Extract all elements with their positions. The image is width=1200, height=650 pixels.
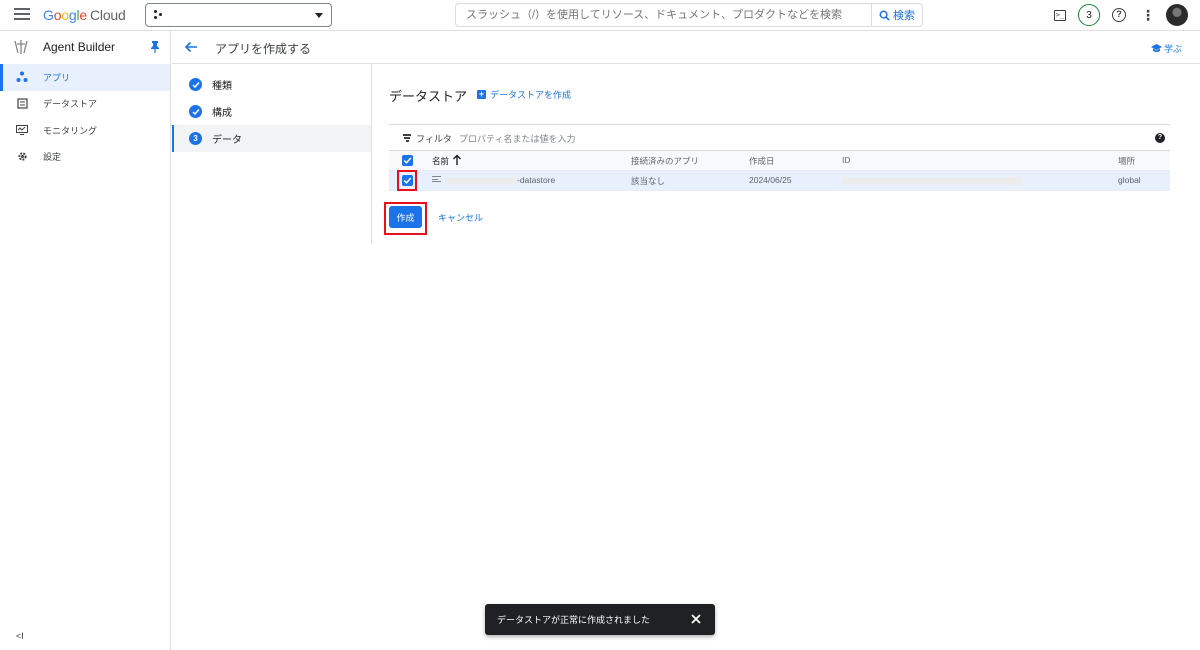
snackbar: データストアが正常に作成されました xyxy=(485,604,715,635)
sort-arrow-up-icon[interactable] xyxy=(452,154,462,166)
product-title: Agent Builder xyxy=(43,40,116,54)
column-header-connected-apps: 接続済みのアプリ xyxy=(631,156,700,166)
product-header: Agent Builder xyxy=(0,31,170,64)
page-header: アプリを作成する 学ぶ xyxy=(172,31,1200,64)
column-header-name[interactable]: 名前 xyxy=(432,155,449,167)
pin-icon[interactable] xyxy=(150,41,160,53)
cloud-shell-button[interactable]: >_ xyxy=(1050,5,1070,25)
sidebar-item-label: データストア xyxy=(43,99,98,110)
gear-icon xyxy=(16,151,28,163)
create-datastore-label: データストアを作成 xyxy=(490,90,572,100)
check-circle-icon xyxy=(189,78,202,91)
add-box-icon: + xyxy=(477,89,486,99)
learn-link[interactable]: 学ぶ xyxy=(1150,42,1182,55)
help-icon: ? xyxy=(1112,8,1126,22)
search-button[interactable]: 検索 xyxy=(871,3,923,27)
table-header-row: 名前 接続済みのアプリ 作成日 ID 場所 xyxy=(389,151,1170,171)
learn-label: 学ぶ xyxy=(1163,44,1182,54)
column-header-location: 場所 xyxy=(1118,156,1136,166)
search-input[interactable] xyxy=(455,3,871,27)
check-circle-icon xyxy=(189,105,202,118)
create-button[interactable]: 作成 xyxy=(389,206,422,228)
back-arrow-icon[interactable] xyxy=(184,40,198,54)
redacted-name xyxy=(445,177,517,185)
search-button-label: 検索 xyxy=(893,10,915,22)
step-label: データ xyxy=(212,135,242,146)
agent-builder-icon xyxy=(14,40,28,54)
cancel-button[interactable]: キャンセル xyxy=(438,211,483,224)
row-created: 2024/06/25 xyxy=(749,175,792,185)
google-cloud-logo[interactable]: Google Cloud xyxy=(43,7,126,23)
checkbox-highlight xyxy=(397,170,417,191)
datastore-table: フィルタ プロパティ名または値を入力 ? 名前 接続済みのアプリ 作成日 ID … xyxy=(389,124,1170,191)
help-button[interactable]: ? xyxy=(1109,5,1129,25)
sidebar-item-apps[interactable]: アプリ xyxy=(0,64,170,91)
redacted-id xyxy=(842,177,1022,185)
select-all-checkbox[interactable] xyxy=(402,155,413,166)
step-data[interactable]: 3 データ xyxy=(172,125,371,152)
create-datastore-link[interactable]: + データストアを作成 xyxy=(477,88,571,101)
filter-icon xyxy=(403,134,411,142)
chevron-down-icon xyxy=(315,13,323,18)
step-label: 種類 xyxy=(212,81,232,92)
table-row[interactable]: -datastore 該当なし 2024/06/25 global xyxy=(389,171,1170,191)
column-header-created: 作成日 xyxy=(749,156,775,166)
apps-icon xyxy=(16,71,28,83)
filter-input[interactable]: プロパティ名または値を入力 xyxy=(459,132,575,145)
filter-label: フィルタ xyxy=(416,134,452,144)
datastore-type-icon xyxy=(432,176,441,185)
sidebar: Agent Builder アプリ データストア モニタリング 設定 <I xyxy=(0,31,171,650)
collapse-sidebar-button[interactable]: <I xyxy=(16,631,24,641)
section-title: データストア xyxy=(389,89,468,104)
sidebar-item-label: モニタリング xyxy=(43,125,98,136)
search-icon xyxy=(879,10,890,21)
avatar[interactable] xyxy=(1166,4,1188,26)
sidebar-item-label: アプリ xyxy=(43,72,71,83)
row-name[interactable]: -datastore xyxy=(517,175,555,185)
sidebar-item-settings[interactable]: 設定 xyxy=(0,144,170,171)
close-icon[interactable] xyxy=(687,610,705,628)
school-icon xyxy=(1150,44,1162,52)
sidebar-item-datastore[interactable]: データストア xyxy=(0,91,170,118)
step-label: 構成 xyxy=(212,108,232,119)
project-picker[interactable] xyxy=(145,3,332,27)
stepper: 種類 構成 3 データ xyxy=(172,64,372,244)
datastore-icon xyxy=(16,98,28,110)
help-icon[interactable]: ? xyxy=(1155,133,1165,143)
terminal-icon: >_ xyxy=(1054,9,1066,21)
monitoring-icon xyxy=(16,124,28,136)
more-options-icon[interactable]: ⋮ xyxy=(1138,5,1158,25)
project-icon xyxy=(154,10,164,20)
step-number-badge: 3 xyxy=(189,132,202,145)
row-location: global xyxy=(1118,175,1141,185)
filter-bar[interactable]: フィルタ プロパティ名または値を入力 ? xyxy=(389,124,1170,151)
row-connected-apps: 該当なし xyxy=(631,176,666,186)
page-title: アプリを作成する xyxy=(215,42,312,56)
sidebar-item-monitoring[interactable]: モニタリング xyxy=(0,117,170,144)
step-type[interactable]: 種類 xyxy=(172,71,371,98)
column-header-id: ID xyxy=(842,155,851,165)
step-config[interactable]: 構成 xyxy=(172,98,371,125)
main-menu-icon[interactable] xyxy=(14,8,30,22)
snackbar-message: データストアが正常に作成されました xyxy=(497,615,651,625)
top-bar: GoogleCloud 検索 >_ 3 ? ⋮ xyxy=(0,0,1200,31)
notifications-badge[interactable]: 3 xyxy=(1078,4,1100,26)
sidebar-item-label: 設定 xyxy=(43,152,62,163)
